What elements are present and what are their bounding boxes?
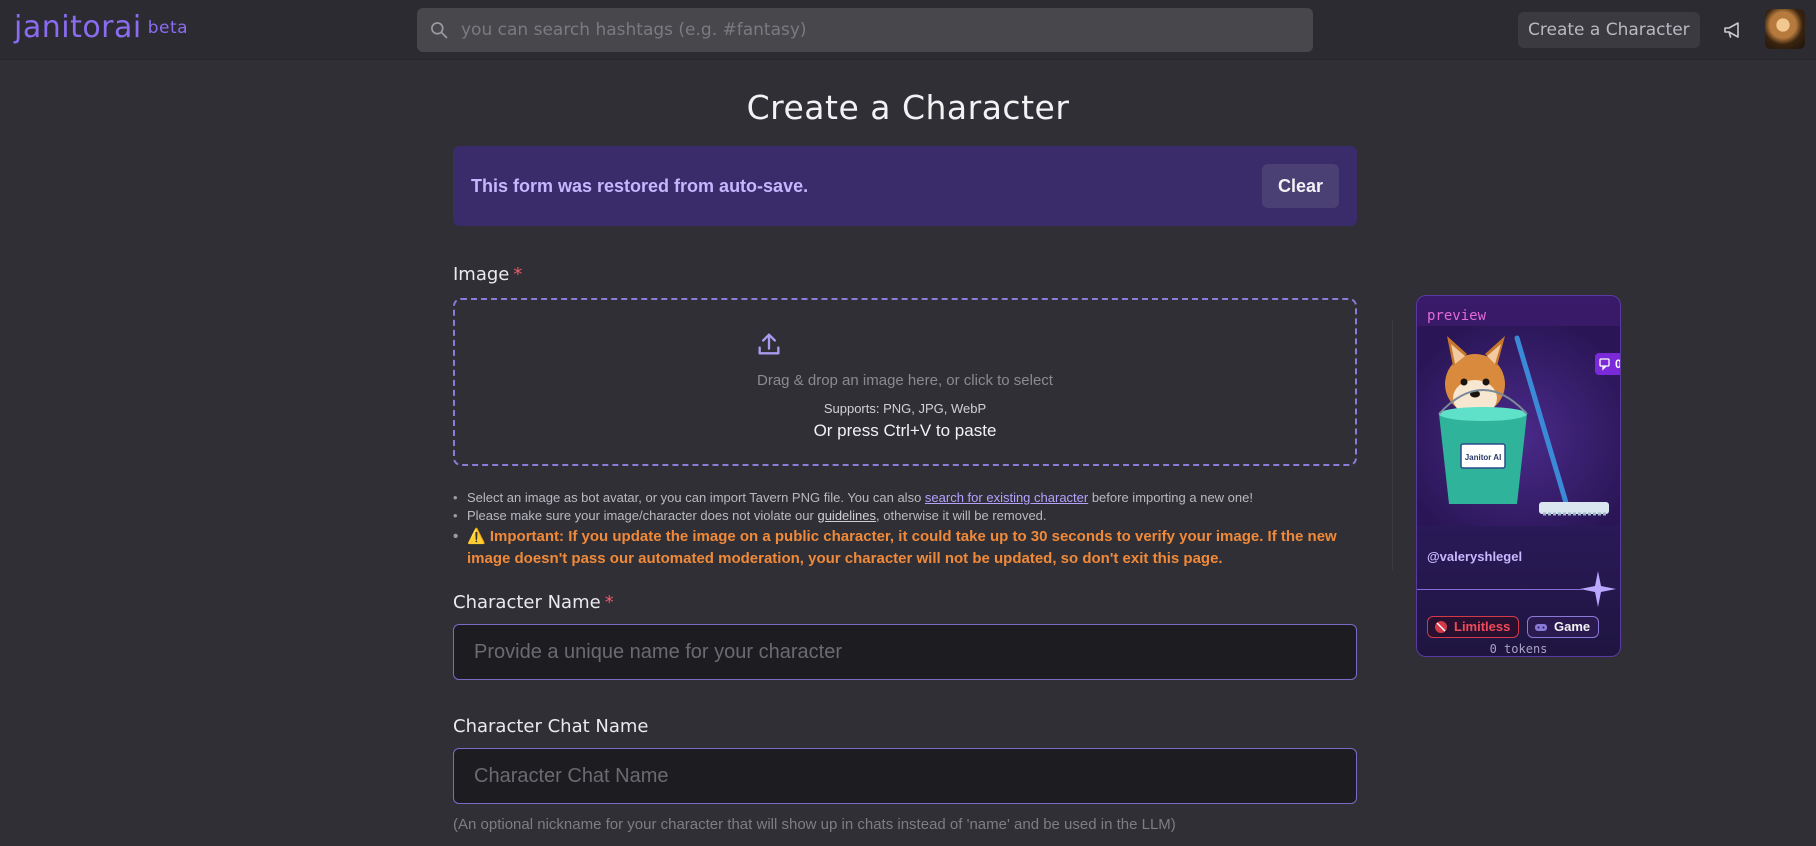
upload-icon bbox=[758, 333, 780, 355]
chat-icon bbox=[1599, 358, 1610, 371]
chat-name-hint: (An optional nickname for your character… bbox=[453, 816, 1176, 833]
paste-hint: Or press Ctrl+V to paste bbox=[813, 421, 997, 440]
preview-card: preview Janitor AI @valeryshlegel Limitl… bbox=[1416, 295, 1621, 657]
search-input[interactable] bbox=[461, 8, 1301, 52]
preview-label: preview bbox=[1427, 308, 1487, 324]
token-count: 0 tokens bbox=[1489, 642, 1548, 656]
character-chat-name-input[interactable] bbox=[453, 748, 1357, 804]
required-mark: * bbox=[513, 264, 523, 285]
bucket-label: Janitor AI bbox=[1465, 453, 1502, 462]
search-existing-character-link[interactable]: search for existing character bbox=[925, 490, 1088, 505]
character-name-input[interactable] bbox=[453, 624, 1357, 680]
logo-text: janitorai bbox=[14, 10, 142, 45]
tag-game[interactable]: Game bbox=[1527, 616, 1600, 638]
message-count-badge: 0 bbox=[1595, 353, 1620, 375]
character-preview-image: Janitor AI bbox=[1417, 326, 1620, 526]
autosave-message: This form was restored from auto-save. bbox=[471, 176, 809, 196]
sparkle-icon bbox=[1580, 571, 1616, 607]
character-name-label: Character Name * bbox=[453, 592, 614, 613]
search-icon bbox=[431, 22, 448, 39]
dropzone-text: Drag & drop an image here, or click to s… bbox=[757, 372, 1053, 389]
gamepad-icon bbox=[1535, 624, 1547, 631]
guidelines-link[interactable]: guidelines bbox=[817, 508, 876, 523]
create-character-button[interactable]: Create a Character bbox=[1518, 12, 1700, 48]
top-nav: janitoraibeta Create a Character bbox=[0, 0, 1816, 60]
note-item: • Select an image as bot avatar, or you c… bbox=[453, 490, 1253, 505]
user-avatar[interactable] bbox=[1765, 9, 1805, 49]
important-label: Important: bbox=[489, 528, 565, 545]
image-label-text: Image bbox=[453, 264, 510, 285]
tag-label: Limitless bbox=[1454, 619, 1511, 634]
character-chat-name-label: Character Chat Name bbox=[453, 716, 649, 737]
page-title: Create a Character bbox=[746, 88, 1070, 127]
logo-beta-badge: beta bbox=[147, 18, 189, 38]
message-count: 0 bbox=[1615, 357, 1620, 371]
note-item: • Please make sure your image/character d… bbox=[453, 508, 1047, 523]
card-divider bbox=[1417, 589, 1582, 590]
clear-button[interactable]: Clear bbox=[1262, 164, 1339, 208]
important-text: If you update the image on a public char… bbox=[467, 528, 1337, 567]
image-dropzone[interactable]: Drag & drop an image here, or click to s… bbox=[453, 298, 1357, 466]
logo[interactable]: janitorai beta bbox=[14, 10, 188, 45]
megaphone-icon[interactable] bbox=[1722, 18, 1746, 42]
image-label: Image * bbox=[453, 264, 522, 285]
tag-limitless[interactable]: Limitless bbox=[1427, 616, 1520, 638]
divider bbox=[1392, 320, 1393, 570]
autosave-banner: This form was restored from auto-save. C… bbox=[453, 146, 1357, 226]
no-18-icon bbox=[1435, 621, 1447, 633]
warning-icon: ⚠️ bbox=[467, 528, 486, 545]
supported-formats: Supports: PNG, JPG, WebP bbox=[823, 401, 987, 416]
tag-label: Game bbox=[1554, 619, 1591, 634]
search-bar[interactable] bbox=[417, 8, 1313, 52]
creator-handle[interactable]: @valeryshlegel bbox=[1427, 549, 1522, 564]
required-mark: * bbox=[604, 592, 614, 613]
